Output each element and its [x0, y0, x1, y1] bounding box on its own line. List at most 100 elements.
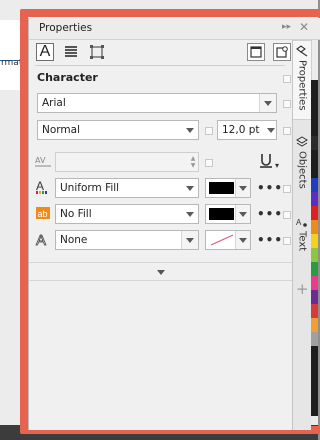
palette-swatch[interactable]: [311, 234, 318, 248]
palette-swatch[interactable]: [311, 304, 318, 318]
frame-window-icon: [250, 46, 262, 58]
text-icon: A: [296, 218, 307, 227]
frame-settings-icon: [276, 46, 288, 58]
palette-swatch[interactable]: [311, 318, 318, 332]
outline-value: None: [60, 234, 88, 246]
font-style-select[interactable]: Normal: [37, 120, 199, 140]
panel-title: Properties: [39, 22, 93, 34]
outline-select[interactable]: None: [55, 230, 199, 250]
svg-text:A: A: [36, 179, 44, 193]
lock-checkbox[interactable]: [283, 127, 291, 135]
background-fill-select[interactable]: No Fill: [55, 204, 199, 224]
underline-button[interactable]: [257, 152, 275, 170]
palette-swatch[interactable]: [311, 360, 318, 374]
side-tab-label: Properties: [296, 60, 308, 111]
fill-type-value: Uniform Fill: [60, 182, 120, 194]
font-size-value: 12,0 pt: [222, 124, 260, 136]
more-options-button[interactable]: •••: [257, 233, 283, 247]
side-tab-text[interactable]: A Text: [293, 216, 311, 276]
tab-frame[interactable]: [88, 43, 106, 61]
background-color-swatch: [209, 208, 234, 220]
palette-swatch[interactable]: [311, 108, 318, 122]
palette-swatch[interactable]: [311, 402, 318, 416]
divider: [35, 65, 285, 66]
panel-tabs: A: [29, 40, 293, 64]
stepper-icon[interactable]: ▲ ▼: [188, 153, 198, 171]
more-options-button[interactable]: •••: [257, 207, 283, 221]
no-color-icon: [210, 234, 234, 246]
palette-swatch[interactable]: [311, 220, 318, 234]
paragraph-icon: [65, 46, 77, 57]
lock-checkbox[interactable]: [283, 237, 291, 245]
font-size-field[interactable]: 12,0 pt: [217, 120, 277, 140]
outline-color-picker[interactable]: [205, 230, 251, 250]
background-fill-icon: ab: [34, 204, 52, 222]
palette-swatch[interactable]: [311, 332, 318, 346]
divider: [29, 280, 293, 281]
palette-swatch[interactable]: [311, 262, 318, 276]
lock-checkbox[interactable]: [283, 75, 291, 83]
font-family-select[interactable]: Arial: [37, 93, 277, 113]
chevron-down-icon[interactable]: [235, 205, 250, 223]
palette-swatch[interactable]: [311, 136, 318, 150]
tab-character[interactable]: A: [36, 43, 54, 61]
fill-type-select[interactable]: Uniform Fill: [55, 178, 199, 198]
palette-swatch[interactable]: [311, 388, 318, 402]
chevron-down-icon[interactable]: [182, 205, 198, 223]
close-icon[interactable]: ✕: [299, 20, 309, 34]
svg-text:AV: AV: [35, 156, 46, 165]
lock-checkbox[interactable]: [283, 100, 291, 108]
palette-swatch[interactable]: [311, 276, 318, 290]
chevron-down-icon[interactable]: [235, 231, 250, 249]
text-fill-icon: A: [34, 178, 52, 196]
palette-swatch[interactable]: [311, 346, 318, 360]
palette-swatch[interactable]: [311, 192, 318, 206]
kerning-icon: AV: [34, 152, 52, 170]
chevron-down-icon: [157, 269, 165, 275]
background-color-picker[interactable]: [205, 204, 251, 224]
palette-swatch[interactable]: [311, 80, 318, 94]
font-family-value: Arial: [42, 97, 66, 109]
chevron-down-icon[interactable]: [259, 94, 276, 112]
docker-side-tabs: Properties Objects A Text +: [292, 40, 312, 430]
side-tab-objects[interactable]: Objects: [293, 136, 311, 206]
double-arrow-icon[interactable]: ▸▸: [282, 22, 291, 32]
palette-swatch[interactable]: [311, 94, 318, 108]
side-tab-properties[interactable]: Properties: [293, 40, 312, 120]
kerning-field[interactable]: ▲ ▼: [55, 152, 199, 172]
character-A-icon: A: [39, 43, 51, 60]
chevron-down-icon[interactable]: [182, 179, 198, 197]
lock-checkbox[interactable]: [205, 127, 213, 135]
svg-text:A: A: [296, 218, 302, 227]
lock-checkbox[interactable]: [283, 211, 291, 219]
lock-checkbox[interactable]: [205, 159, 213, 167]
palette-swatch[interactable]: [311, 122, 318, 136]
palette-swatch[interactable]: [311, 150, 318, 164]
palette-swatch[interactable]: [311, 248, 318, 262]
side-tab-label: Objects: [296, 151, 308, 189]
svg-text:A: A: [36, 232, 46, 247]
chevron-down-icon[interactable]: [266, 121, 276, 139]
palette-swatch[interactable]: [311, 374, 318, 388]
panel-titlebar[interactable]: Properties ▸▸ ✕: [29, 18, 320, 40]
more-options-button[interactable]: •••: [257, 181, 283, 195]
frame-toggle-button[interactable]: [247, 43, 265, 61]
layers-icon: [296, 136, 308, 147]
palette-swatch[interactable]: [311, 178, 318, 192]
section-title-character: Character: [37, 71, 98, 84]
lock-checkbox[interactable]: [283, 185, 291, 193]
palette-swatch[interactable]: [311, 206, 318, 220]
chevron-down-icon[interactable]: ▾: [275, 161, 279, 170]
palette-swatch[interactable]: [311, 164, 318, 178]
chevron-down-icon[interactable]: [182, 121, 198, 139]
frame-settings-button[interactable]: [273, 43, 291, 61]
side-tab-label: Text: [296, 231, 308, 252]
chevron-down-icon[interactable]: [181, 231, 198, 249]
add-tab-button[interactable]: +: [296, 280, 309, 298]
properties-icon: [296, 45, 308, 57]
fill-color-picker[interactable]: [205, 178, 251, 198]
expand-section-button[interactable]: [29, 264, 293, 280]
tab-paragraph[interactable]: [62, 43, 80, 61]
chevron-down-icon[interactable]: [235, 179, 250, 197]
palette-swatch[interactable]: [311, 290, 318, 304]
